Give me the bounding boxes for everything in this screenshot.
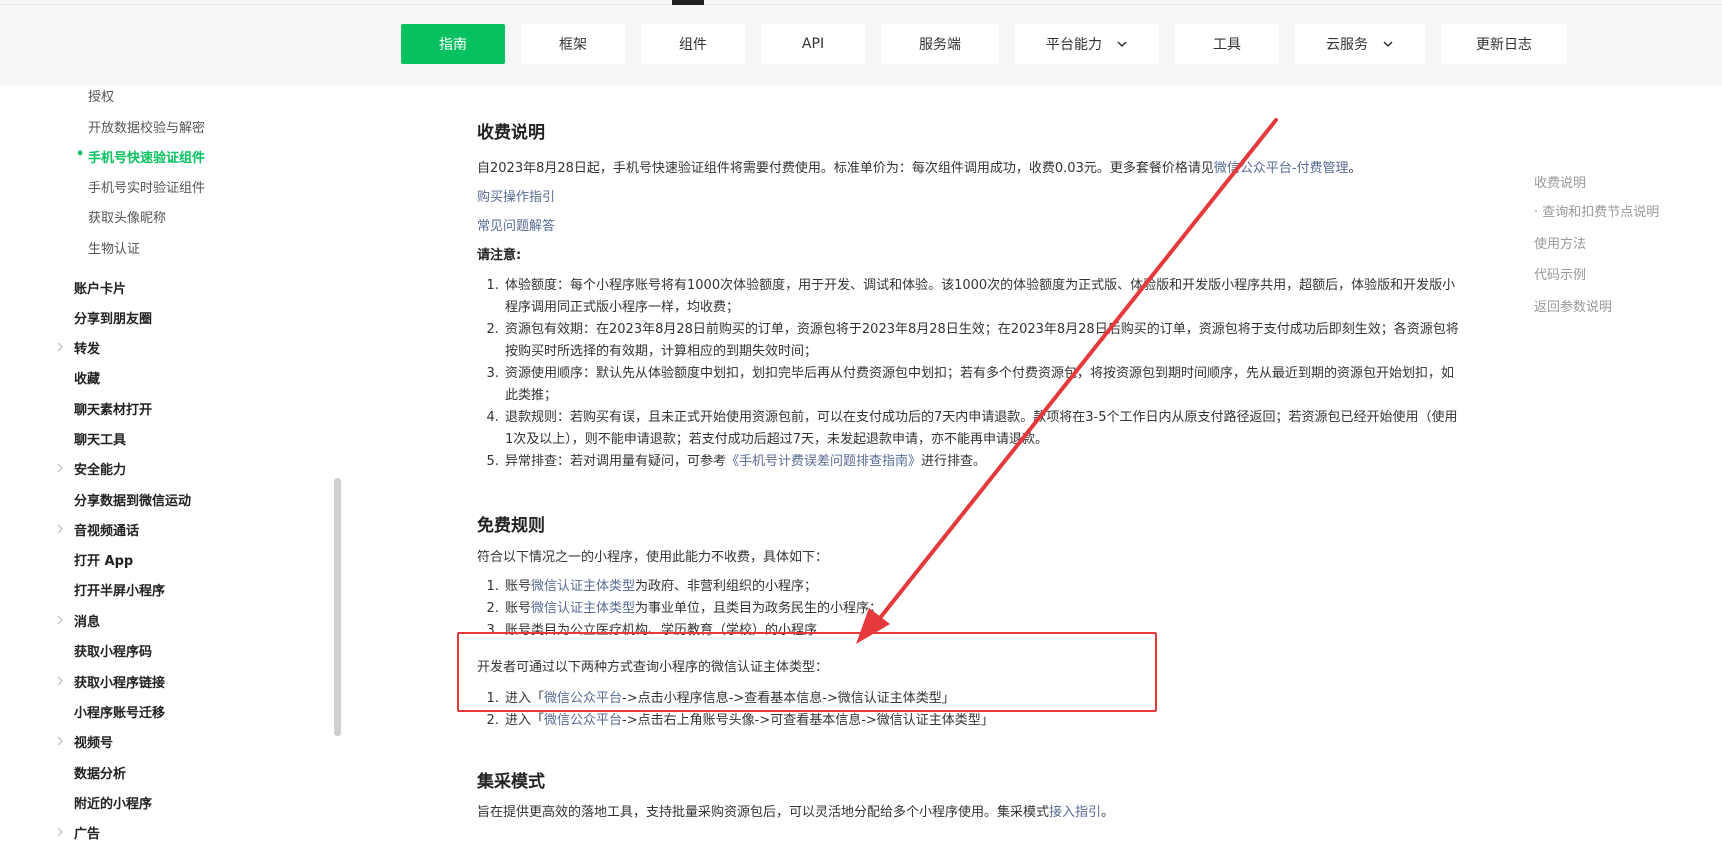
list-item: 异常排查：若对调用量有疑问，可参考《手机号计费误差问题排查指南》进行排查。 bbox=[503, 451, 1461, 473]
list-item: 进入「微信公众平台->点击右上角账号头像->可查看基本信息->微信认证主体类型」 bbox=[503, 710, 1461, 732]
list-item: 账号微信认证主体类型为政府、非营利组织的小程序； bbox=[503, 576, 1461, 598]
toc-usage[interactable]: 使用方法 bbox=[1534, 233, 1586, 252]
tab-api[interactable]: API bbox=[761, 24, 865, 64]
sidebar-item-werun[interactable]: 分享数据到微信运动 bbox=[74, 490, 191, 509]
sidebar-item-av-call[interactable]: 音视频通话 bbox=[74, 520, 139, 539]
sidebar-item-forward[interactable]: 转发 bbox=[74, 338, 100, 357]
top-divider bbox=[0, 4, 1722, 5]
active-dot: • bbox=[76, 147, 85, 162]
fee-intro: 自2023年8月28日起，手机号快速验证组件将需要付费使用。标准单价为：每次组件… bbox=[477, 161, 1362, 176]
tab-components[interactable]: 组件 bbox=[641, 24, 745, 64]
sidebar-scrollbar[interactable] bbox=[334, 478, 341, 736]
link-troubleshoot-guide[interactable]: 《手机号计费误差问题排查指南》 bbox=[726, 454, 921, 469]
chevron-down-icon bbox=[1117, 41, 1127, 48]
link-faq[interactable]: 常见问题解答 bbox=[477, 215, 555, 234]
sidebar-item-message[interactable]: 消息 bbox=[74, 611, 100, 630]
sidebar: 授权 开放数据校验与解密 • 手机号快速验证组件 手机号实时验证组件 获取头像昵称… bbox=[0, 86, 334, 846]
chevron-right-icon[interactable] bbox=[55, 676, 65, 686]
sidebar-item-migration[interactable]: 小程序账号迁移 bbox=[74, 702, 165, 721]
chevron-right-icon[interactable] bbox=[55, 615, 65, 625]
sidebar-item-open-data-verify[interactable]: 开放数据校验与解密 bbox=[88, 117, 205, 136]
sidebar-item-security[interactable]: 安全能力 bbox=[74, 459, 126, 478]
chevron-right-icon[interactable] bbox=[55, 342, 65, 352]
tab-changelog[interactable]: 更新日志 bbox=[1441, 24, 1567, 64]
note-label: 请注意: bbox=[477, 248, 522, 263]
free-intro: 符合以下情况之一的小程序，使用此能力不收费，具体如下： bbox=[477, 550, 829, 565]
chevron-down-icon bbox=[1383, 41, 1393, 48]
collect-text: 旨在提供更高效的落地工具，支持批量采购资源包后，可以灵活地分配给多个小程序使用。… bbox=[477, 805, 1115, 820]
toc-fee[interactable]: 收费说明 bbox=[1534, 172, 1586, 191]
sidebar-item-bio-auth[interactable]: 生物认证 bbox=[88, 238, 140, 257]
toc-query-deduct[interactable]: · 查询和扣费节点说明 bbox=[1534, 201, 1659, 220]
section-title-free: 免费规则 bbox=[477, 516, 545, 536]
list-item: 资源使用顺序：默认先从体验额度中划扣，划扣完毕后再从付费资源包中划扣；若有多个付… bbox=[503, 363, 1461, 407]
tab-guide[interactable]: 指南 bbox=[401, 24, 505, 64]
sidebar-item-ads[interactable]: 广告 bbox=[74, 823, 100, 842]
scroll-indicator bbox=[672, 0, 704, 5]
sidebar-item-link[interactable]: 获取小程序链接 bbox=[74, 672, 165, 691]
annotation-highlight-box bbox=[457, 632, 1157, 712]
fee-notes-list: 体验额度：每个小程序账号将有1000次体验额度，用于开发、调试和体验。该1000… bbox=[477, 275, 1461, 473]
sidebar-item-avatar-nickname[interactable]: 获取头像昵称 bbox=[88, 207, 166, 226]
sidebar-item-authorize[interactable]: 授权 bbox=[88, 86, 114, 105]
link-buy-guide[interactable]: 购买操作指引 bbox=[477, 186, 555, 205]
sidebar-item-nearby[interactable]: 附近的小程序 bbox=[74, 793, 152, 812]
sidebar-item-chat-material[interactable]: 聊天素材打开 bbox=[74, 399, 152, 418]
sidebar-item-open-app[interactable]: 打开 App bbox=[74, 550, 133, 569]
link-cert-type[interactable]: 微信认证主体类型 bbox=[531, 601, 635, 616]
sidebar-item-phone-quick-verify[interactable]: • 手机号快速验证组件 bbox=[76, 147, 205, 166]
toc-code-example[interactable]: 代码示例 bbox=[1534, 264, 1586, 283]
tab-cloud-service[interactable]: 云服务 bbox=[1295, 24, 1425, 64]
tab-framework[interactable]: 框架 bbox=[521, 24, 625, 64]
link-cert-type[interactable]: 微信认证主体类型 bbox=[531, 579, 635, 594]
list-item: 体验额度：每个小程序账号将有1000次体验额度，用于开发、调试和体验。该1000… bbox=[503, 275, 1461, 319]
sidebar-item-half-screen[interactable]: 打开半屏小程序 bbox=[74, 580, 165, 599]
sidebar-item-analytics[interactable]: 数据分析 bbox=[74, 763, 126, 782]
chevron-right-icon[interactable] bbox=[55, 827, 65, 837]
section-title-fee: 收费说明 bbox=[477, 123, 545, 143]
chevron-right-icon[interactable] bbox=[55, 463, 65, 473]
chevron-right-icon[interactable] bbox=[55, 524, 65, 534]
link-mp-platform[interactable]: 微信公众平台 bbox=[544, 713, 622, 728]
sidebar-item-phone-realtime-verify[interactable]: 手机号实时验证组件 bbox=[88, 177, 205, 196]
tab-platform-capability[interactable]: 平台能力 bbox=[1015, 24, 1159, 64]
top-nav-bar: 指南 框架 组件 API 服务端 平台能力 工具 云服务 更新日志 bbox=[0, 0, 1722, 86]
link-access-guide[interactable]: 接入指引 bbox=[1049, 805, 1101, 820]
sidebar-item-chat-tools[interactable]: 聊天工具 bbox=[74, 429, 126, 448]
list-item: 账号微信认证主体类型为事业单位，且类目为政务民生的小程序； bbox=[503, 598, 1461, 620]
main-nav: 指南 框架 组件 API 服务端 平台能力 工具 云服务 更新日志 bbox=[401, 24, 1583, 64]
sidebar-item-share-moments[interactable]: 分享到朋友圈 bbox=[74, 308, 152, 327]
sidebar-item-account-card[interactable]: 账户卡片 bbox=[74, 278, 126, 297]
tab-tools[interactable]: 工具 bbox=[1175, 24, 1279, 64]
sidebar-item-channels[interactable]: 视频号 bbox=[74, 732, 113, 751]
sidebar-item-favorite[interactable]: 收藏 bbox=[74, 368, 100, 387]
section-title-collect: 集采模式 bbox=[477, 772, 545, 792]
toc-return-params[interactable]: 返回参数说明 bbox=[1534, 296, 1612, 315]
tab-server[interactable]: 服务端 bbox=[881, 24, 999, 64]
sidebar-item-qrcode[interactable]: 获取小程序码 bbox=[74, 641, 152, 660]
chevron-right-icon[interactable] bbox=[55, 736, 65, 746]
list-item: 退款规则：若购买有误，且未正式开始使用资源包前，可以在支付成功后的7天内申请退款… bbox=[503, 407, 1461, 451]
list-item: 资源包有效期：在2023年8月28日前购买的订单，资源包将于2023年8月28日… bbox=[503, 319, 1461, 363]
link-payment-management[interactable]: 微信公众平台-付费管理 bbox=[1214, 161, 1349, 176]
